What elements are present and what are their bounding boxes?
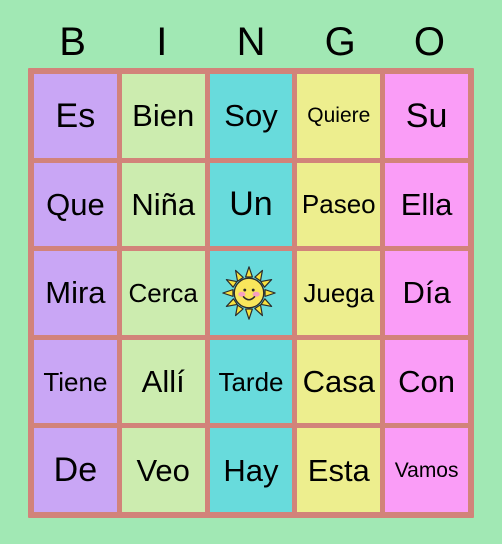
header-letter-text: N	[236, 20, 266, 64]
bingo-cell-label: Cerca	[128, 277, 198, 308]
bingo-card: B I N G O Es Bien Soy Quiere Su Que Niña…	[0, 0, 502, 544]
bingo-cell-o2[interactable]: Ella	[385, 162, 468, 247]
bingo-cell-label: Hay	[223, 452, 279, 488]
bingo-cell-n2[interactable]: Un	[209, 162, 293, 247]
bingo-cell-label: Esta	[307, 452, 370, 488]
header-letter-text: I	[156, 20, 168, 64]
header-letter-text: O	[413, 20, 445, 64]
bingo-cell-i4[interactable]: Allí	[121, 339, 205, 424]
bingo-cell-g5[interactable]: Esta	[297, 428, 381, 512]
bingo-cell-label: Allí	[141, 364, 185, 400]
bingo-cell-label: Niña	[131, 186, 196, 222]
bingo-cell-i2[interactable]: Niña	[121, 162, 205, 247]
bingo-cell-g3[interactable]: Juega	[297, 251, 381, 335]
bingo-header-letter-o: O	[385, 16, 474, 68]
bingo-cell-label: Paseo	[301, 189, 376, 220]
sun-icon	[222, 266, 276, 320]
bingo-cell-g1[interactable]: Quiere	[297, 74, 381, 158]
bingo-cell-n5[interactable]: Hay	[209, 428, 293, 512]
bingo-cell-g4[interactable]: Casa	[297, 339, 381, 424]
bingo-header-row: B I N G O	[28, 16, 474, 68]
bingo-cell-label: Día	[402, 275, 451, 311]
bingo-cell-i5[interactable]: Veo	[121, 428, 205, 512]
bingo-cell-label: Tiene	[43, 366, 108, 397]
bingo-cell-label: Vamos	[394, 458, 459, 482]
bingo-header-letter-g: G	[296, 16, 385, 68]
bingo-cell-label: Tarde	[218, 366, 284, 397]
bingo-cell-label: Que	[46, 186, 105, 222]
bingo-cell-o3[interactable]: Día	[385, 251, 468, 335]
bingo-cell-n1[interactable]: Soy	[209, 74, 293, 158]
bingo-cell-b1[interactable]: Es	[34, 74, 117, 158]
bingo-cell-g2[interactable]: Paseo	[297, 162, 381, 247]
bingo-header-letter-i: I	[117, 16, 206, 68]
bingo-cell-label: Es	[55, 96, 96, 135]
bingo-cell-o5[interactable]: Vamos	[385, 428, 468, 512]
bingo-header-letter-b: B	[28, 16, 117, 68]
bingo-grid: Es Bien Soy Quiere Su Que Niña Un Paseo …	[28, 68, 474, 518]
bingo-cell-b5[interactable]: De	[34, 428, 117, 512]
bingo-cell-label: Su	[405, 96, 448, 135]
bingo-cell-b4[interactable]: Tiene	[34, 339, 117, 424]
bingo-cell-b3[interactable]: Mira	[34, 251, 117, 335]
bingo-cell-label: Juega	[303, 277, 375, 308]
bingo-cell-n4[interactable]: Tarde	[209, 339, 293, 424]
header-letter-text: B	[59, 20, 86, 64]
bingo-cell-i1[interactable]: Bien	[121, 74, 205, 158]
bingo-header-letter-n: N	[206, 16, 295, 68]
bingo-cell-o1[interactable]: Su	[385, 74, 468, 158]
bingo-cell-b2[interactable]: Que	[34, 162, 117, 247]
bingo-cell-label: Soy	[224, 98, 278, 134]
header-letter-text: G	[324, 20, 356, 64]
bingo-cell-label: De	[53, 451, 98, 490]
bingo-cell-label: Bien	[132, 98, 195, 134]
bingo-cell-i3[interactable]: Cerca	[121, 251, 205, 335]
bingo-cell-label: Mira	[45, 275, 106, 311]
bingo-cell-label: Quiere	[307, 104, 371, 128]
bingo-cell-free-space[interactable]	[209, 251, 293, 335]
bingo-cell-label: Con	[398, 364, 456, 400]
bingo-cell-label: Casa	[302, 364, 375, 400]
bingo-cell-label: Un	[229, 185, 273, 224]
bingo-cell-label: Ella	[400, 186, 453, 222]
bingo-cell-label: Veo	[136, 452, 190, 488]
bingo-cell-o4[interactable]: Con	[385, 339, 468, 424]
